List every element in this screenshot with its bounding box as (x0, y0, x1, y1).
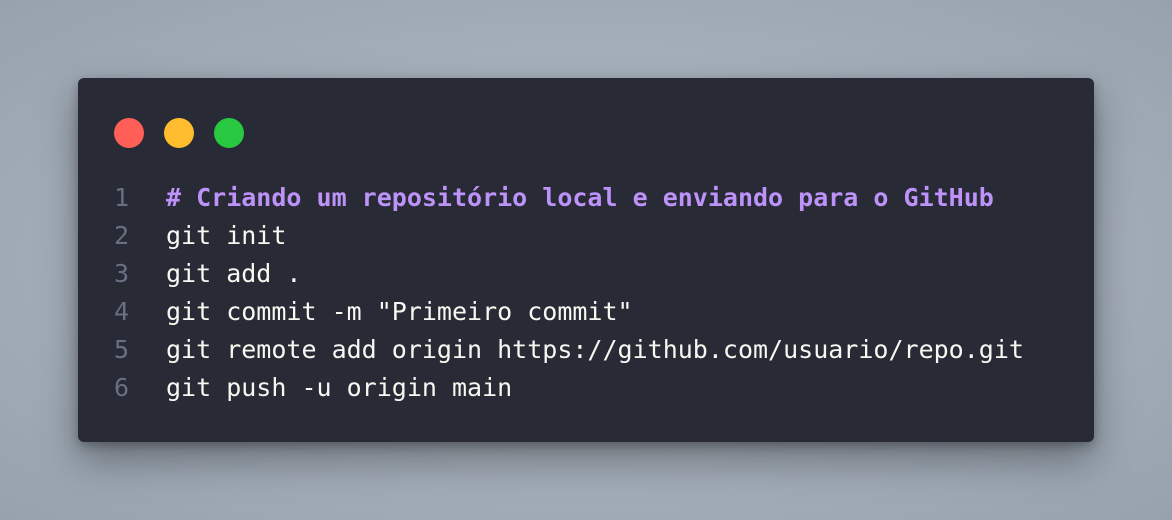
maximize-icon[interactable] (214, 118, 244, 148)
code-block: 1 # Criando um repositório local e envia… (78, 178, 1094, 406)
code-line: 1 # Criando um repositório local e envia… (78, 178, 1094, 216)
line-number: 6 (114, 372, 130, 402)
close-icon[interactable] (114, 118, 144, 148)
line-number: 5 (114, 334, 130, 364)
code-line: 3 git add . (78, 254, 1094, 292)
code-text: git push -u origin main (166, 372, 513, 402)
code-text: git remote add origin https://github.com… (166, 334, 1024, 364)
minimize-icon[interactable] (164, 118, 194, 148)
line-number: 3 (114, 258, 130, 288)
code-text: git init (166, 220, 287, 250)
code-text: git commit -m "Primeiro commit" (166, 296, 633, 326)
code-line: 4 git commit -m "Primeiro commit" (78, 292, 1094, 330)
code-comment: # Criando um repositório local e enviand… (166, 182, 994, 212)
code-text: git add . (166, 258, 302, 288)
line-number: 2 (114, 220, 130, 250)
line-number: 4 (114, 296, 130, 326)
code-line: 6 git push -u origin main (78, 368, 1094, 406)
line-number: 1 (114, 182, 130, 212)
code-line: 5 git remote add origin https://github.c… (78, 330, 1094, 368)
window-controls (114, 118, 244, 148)
code-window: 1 # Criando um repositório local e envia… (78, 78, 1094, 442)
code-line: 2 git init (78, 216, 1094, 254)
